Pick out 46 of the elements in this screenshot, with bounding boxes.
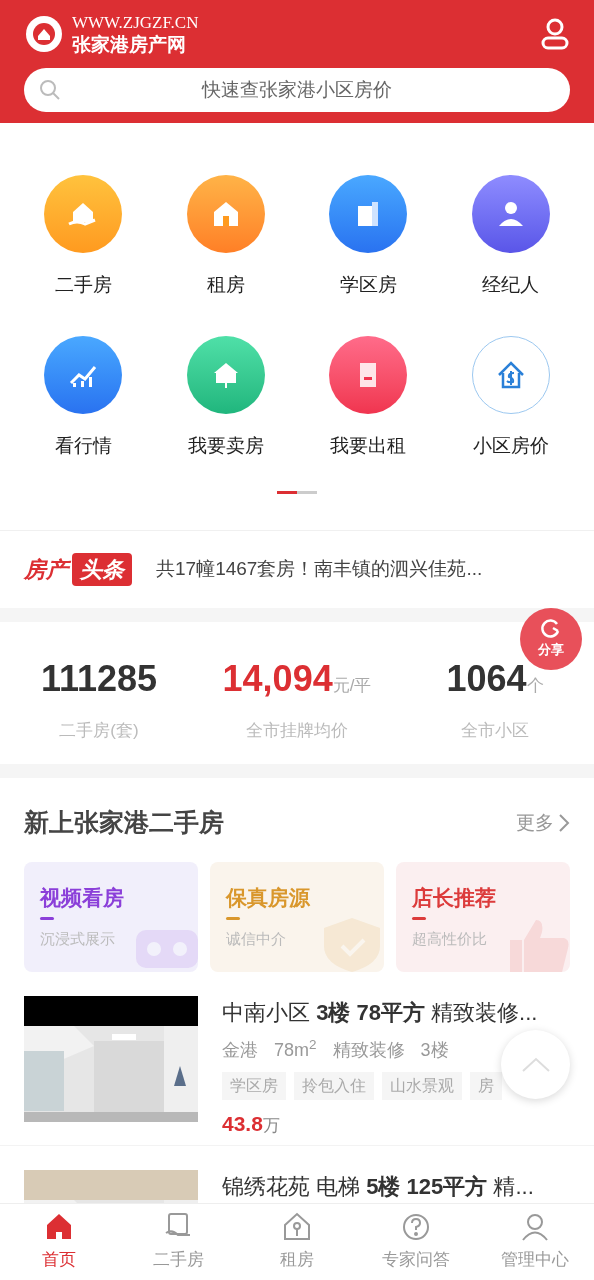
feature-subtitle: 诚信中介 bbox=[226, 929, 287, 949]
menu-item[interactable]: 我要出租 bbox=[297, 335, 440, 460]
listing-meta: 78m$^{2}$ bbox=[274, 1036, 317, 1062]
menu-item[interactable]: 租房 bbox=[154, 175, 297, 300]
listing-tag: 拎包入住 bbox=[294, 1071, 374, 1100]
menu-item[interactable]: 看行情 bbox=[12, 335, 155, 460]
stat-label: 二手房(套) bbox=[59, 720, 139, 742]
section-title: 新上张家港二手房 bbox=[24, 807, 224, 838]
stat-unit: 元/平 bbox=[332, 676, 372, 695]
tab-item[interactable]: 首页 bbox=[0, 1204, 119, 1280]
chevron-up-icon bbox=[520, 1056, 551, 1073]
logo-icon bbox=[24, 14, 64, 54]
menu-item[interactable]: 我要卖房 bbox=[154, 335, 297, 460]
feature-title: 视频看房 bbox=[40, 884, 125, 911]
listing-title: 中南小区 3楼 78平方 精致装修... bbox=[222, 998, 538, 1027]
feature-card[interactable]: 店长推荐 超高性价比 bbox=[396, 861, 570, 972]
listing-tag: 房 bbox=[470, 1071, 502, 1100]
listing-meta: 精致装修 bbox=[332, 1038, 405, 1062]
listing-price: 43.8 bbox=[222, 1110, 263, 1137]
listing-meta: 3楼 bbox=[420, 1038, 449, 1062]
site-url: WWW.ZJGZF.CN bbox=[72, 14, 199, 31]
menu-item[interactable]: 二手房 bbox=[12, 175, 155, 300]
search-icon bbox=[38, 78, 62, 102]
listing-tag: 学区房 bbox=[222, 1071, 286, 1100]
search-field[interactable]: 快速查张家港小区房价 bbox=[24, 68, 570, 112]
feature-subtitle: 沉浸式展示 bbox=[40, 929, 116, 949]
stat-unit: 个 bbox=[526, 676, 544, 697]
stat-value: 14,094 bbox=[222, 657, 333, 701]
listing-title: 锦绣花苑 电梯 5楼 125平方 精... bbox=[222, 1173, 534, 1201]
listing-meta: 金港 bbox=[222, 1038, 258, 1062]
site-name: 张家港房产网 bbox=[72, 35, 187, 54]
user-icon[interactable] bbox=[540, 17, 570, 51]
feature-subtitle: 超高性价比 bbox=[412, 929, 488, 949]
feature-title: 店长推荐 bbox=[412, 884, 497, 911]
listing-tag: 山水景观 bbox=[382, 1071, 462, 1100]
feature-title: 保真房源 bbox=[226, 884, 311, 911]
price-unit: 万 bbox=[262, 1114, 280, 1137]
menu-item[interactable]: 经纪人 bbox=[439, 175, 582, 300]
menu-item[interactable]: 学区房 bbox=[297, 175, 440, 300]
stat-label: 全市小区 bbox=[461, 720, 529, 742]
stat-label: 全市挂牌均价 bbox=[246, 720, 348, 742]
feature-card[interactable]: 视频看房 沉浸式展示 bbox=[24, 861, 198, 972]
chevron-right-icon bbox=[558, 812, 570, 833]
stat-value: 111285 bbox=[40, 657, 158, 701]
headline-text[interactable]: 共17幢1467套房！南丰镇的泗兴佳苑... bbox=[156, 555, 483, 584]
menu-item[interactable]: 小区房价 bbox=[439, 335, 582, 460]
